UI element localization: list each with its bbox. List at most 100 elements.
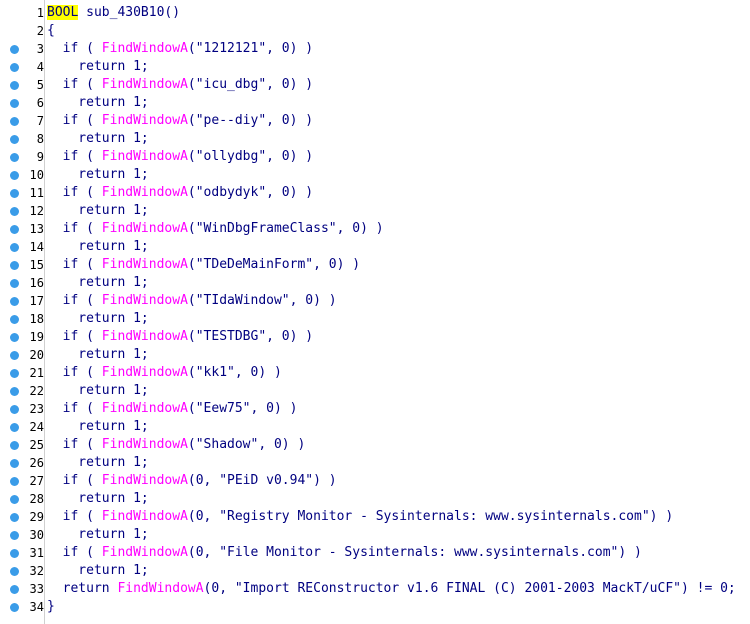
code-text[interactable]: } (47, 598, 55, 616)
code-token: ("ollydbg", 0) ) (187, 149, 314, 164)
code-text[interactable]: if ( FindWindowA(0, "File Monitor - Sysi… (47, 544, 642, 562)
function-call: FindWindowA (101, 185, 188, 200)
code-text[interactable]: return 1; (47, 310, 148, 328)
code-line[interactable]: 20 return 1; (0, 346, 750, 364)
line-number: 34 (29, 600, 44, 614)
code-text[interactable]: return 1; (47, 382, 149, 400)
function-call: FindWindowA (101, 401, 188, 416)
code-token: return 1; (47, 383, 149, 398)
code-line[interactable]: 31 if ( FindWindowA(0, "File Monitor - S… (0, 544, 750, 562)
code-token: return 1; (47, 419, 149, 434)
code-line[interactable]: 28 return 1; (0, 490, 750, 508)
code-token: if ( (47, 293, 102, 308)
code-line[interactable]: 33 return FindWindowA(0, "Import REConst… (0, 580, 750, 598)
line-number: 8 (36, 132, 44, 146)
pseudocode-view[interactable]: 1 BOOL sub_430B10() 2{3 if ( FindWindowA("… (0, 0, 750, 624)
code-line[interactable]: 19 if ( FindWindowA("TESTDBG", 0) ) (0, 328, 750, 346)
code-text[interactable]: return 1; (47, 418, 149, 436)
line-number: 31 (29, 546, 44, 560)
line-number: 2 (36, 24, 44, 38)
code-text[interactable]: return 1; (47, 94, 148, 112)
code-line[interactable]: 12 return 1; (0, 202, 750, 220)
code-text[interactable]: return 1; (47, 490, 149, 508)
code-line[interactable]: 17 if ( FindWindowA("TIdaWindow", 0) ) (0, 292, 750, 310)
code-text[interactable]: return 1; (47, 454, 149, 472)
code-line[interactable]: 32 return 1; (0, 562, 750, 580)
line-number: 20 (29, 348, 44, 362)
line-number: 1 (36, 6, 44, 20)
code-text[interactable]: if ( FindWindowA("odbydyk", 0) ) (47, 184, 313, 202)
code-text[interactable]: if ( FindWindowA("kk1", 0) ) (47, 364, 282, 382)
code-text[interactable]: if ( FindWindowA("WinDbgFrameClass", 0) … (47, 220, 384, 238)
line-number: 28 (29, 492, 44, 506)
code-line[interactable]: 2{ (0, 22, 750, 40)
code-token: if ( (47, 365, 102, 380)
code-line[interactable]: 3 if ( FindWindowA("1212121", 0) ) (0, 40, 750, 58)
code-token: if ( (47, 221, 102, 236)
code-line[interactable]: 11 if ( FindWindowA("odbydyk", 0) ) (0, 184, 750, 202)
code-line[interactable]: 15 if ( FindWindowA("TDeDeMainForm", 0) … (0, 256, 750, 274)
code-token: (0, "File Monitor - Sysinternals: www.sy… (187, 545, 642, 560)
code-text[interactable]: if ( FindWindowA("Shadow", 0) ) (47, 436, 306, 454)
code-text[interactable]: return 1; (47, 202, 148, 220)
code-line[interactable]: 1 BOOL sub_430B10() (0, 4, 750, 22)
function-call: FindWindowA (101, 545, 188, 560)
code-line[interactable]: 5 if ( FindWindowA("icu_dbg", 0) ) (0, 76, 750, 94)
code-text[interactable]: return 1; (47, 274, 148, 292)
code-text[interactable]: if ( FindWindowA(0, "PEiD v0.94") ) (47, 472, 337, 490)
code-token: return 1; (47, 491, 149, 506)
code-text[interactable]: if ( FindWindowA("1212121", 0) ) (47, 40, 313, 58)
code-text[interactable]: return 1; (47, 58, 148, 76)
code-token: { (47, 23, 55, 38)
code-text[interactable]: return FindWindowA(0, "Import REConstruc… (47, 580, 736, 598)
code-token: ("TDeDeMainForm", 0) ) (187, 257, 361, 272)
code-token: return 1; (47, 347, 149, 362)
code-token: sub_430B10() (78, 5, 181, 20)
code-line[interactable]: 13 if ( FindWindowA("WinDbgFrameClass", … (0, 220, 750, 238)
code-text[interactable]: if ( FindWindowA("ollydbg", 0) ) (47, 148, 313, 166)
code-line[interactable]: 27 if ( FindWindowA(0, "PEiD v0.94") ) (0, 472, 750, 490)
code-line[interactable]: 26 return 1; (0, 454, 750, 472)
line-number: 12 (29, 204, 44, 218)
code-text[interactable]: BOOL sub_430B10() (47, 4, 180, 22)
code-token: if ( (47, 329, 102, 344)
code-line[interactable]: 10 return 1; (0, 166, 750, 184)
code-text[interactable]: if ( FindWindowA("Eew75", 0) ) (47, 400, 298, 418)
code-line[interactable]: 29 if ( FindWindowA(0, "Registry Monitor… (0, 508, 750, 526)
code-text[interactable]: if ( FindWindowA("pe--diy", 0) ) (47, 112, 313, 130)
code-line[interactable]: 24 return 1; (0, 418, 750, 436)
code-line[interactable]: 22 return 1; (0, 382, 750, 400)
code-text[interactable]: if ( FindWindowA("TIdaWindow", 0) ) (47, 292, 337, 310)
code-text[interactable]: if ( FindWindowA("TESTDBG", 0) ) (47, 328, 313, 346)
code-line[interactable]: 4 return 1; (0, 58, 750, 76)
code-line[interactable]: 34} (0, 598, 750, 616)
code-line[interactable]: 6 return 1; (0, 94, 750, 112)
code-text[interactable]: return 1; (47, 562, 148, 580)
code-text[interactable]: return 1; (47, 238, 148, 256)
code-token: if ( (47, 149, 102, 164)
code-text[interactable]: return 1; (47, 526, 148, 544)
code-text[interactable]: return 1; (47, 166, 148, 184)
line-number: 10 (29, 168, 44, 182)
line-number: 22 (29, 384, 44, 398)
code-text[interactable]: return 1; (47, 130, 148, 148)
code-line[interactable]: 18 return 1; (0, 310, 750, 328)
code-token: if ( (47, 77, 102, 92)
code-text[interactable]: { (47, 22, 55, 40)
code-token: return 1; (47, 455, 149, 470)
code-line[interactable]: 30 return 1; (0, 526, 750, 544)
code-text[interactable]: return 1; (47, 346, 149, 364)
code-line[interactable]: 25 if ( FindWindowA("Shadow", 0) ) (0, 436, 750, 454)
code-line[interactable]: 16 return 1; (0, 274, 750, 292)
code-token: (0, "Registry Monitor - Sysinternals: ww… (187, 509, 674, 524)
code-text[interactable]: if ( FindWindowA("TDeDeMainForm", 0) ) (47, 256, 360, 274)
code-text[interactable]: if ( FindWindowA("icu_dbg", 0) ) (47, 76, 313, 94)
code-line[interactable]: 21 if ( FindWindowA("kk1", 0) ) (0, 364, 750, 382)
code-line[interactable]: 7 if ( FindWindowA("pe--diy", 0) ) (0, 112, 750, 130)
code-text[interactable]: if ( FindWindowA(0, "Registry Monitor - … (47, 508, 674, 526)
code-line[interactable]: 23 if ( FindWindowA("Eew75", 0) ) (0, 400, 750, 418)
code-token: ("icu_dbg", 0) ) (187, 77, 314, 92)
code-line[interactable]: 14 return 1; (0, 238, 750, 256)
code-line[interactable]: 8 return 1; (0, 130, 750, 148)
code-line[interactable]: 9 if ( FindWindowA("ollydbg", 0) ) (0, 148, 750, 166)
